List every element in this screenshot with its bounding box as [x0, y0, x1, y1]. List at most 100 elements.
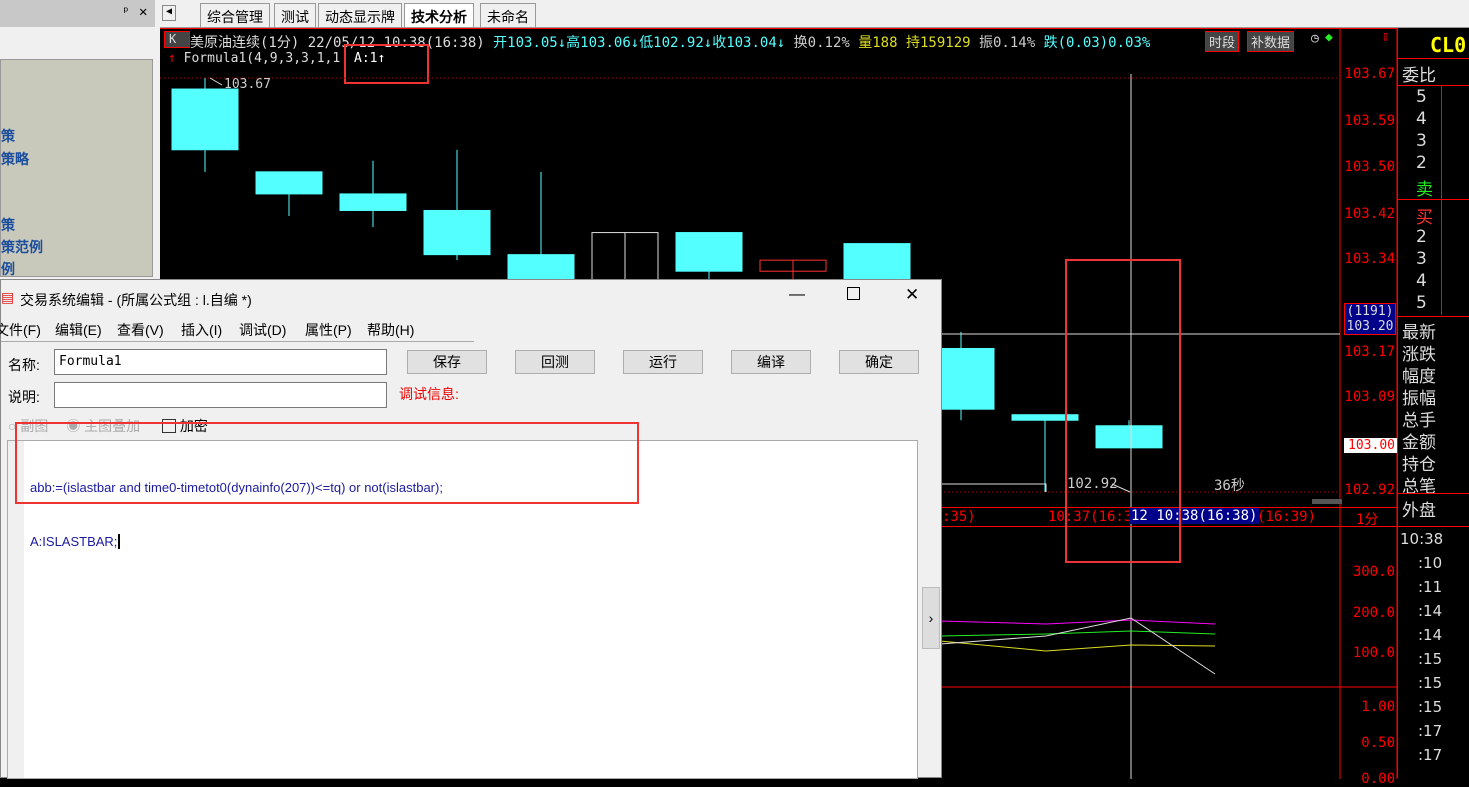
- debug-info-label: 调试信息:: [399, 386, 459, 402]
- tick-time: :17: [1418, 722, 1443, 740]
- tick-time: :10: [1418, 554, 1443, 572]
- menu-help[interactable]: 帮助(H): [367, 320, 414, 340]
- sell-label: 卖: [1416, 180, 1433, 200]
- pin-icon[interactable]: ᵖ: [122, 5, 130, 20]
- time-tick: :35): [942, 509, 976, 525]
- tree-item[interactable]: 策范例: [1, 237, 43, 257]
- app-icon: ▤: [1, 289, 15, 305]
- desc-label: 说明:: [8, 389, 40, 405]
- axis-tick: 200.0: [1352, 605, 1395, 621]
- name-label: 名称:: [8, 357, 40, 373]
- buy-label: 买: [1416, 208, 1433, 228]
- desc-input[interactable]: [54, 382, 387, 408]
- highlight-box: [15, 422, 639, 504]
- tab-untitled[interactable]: 未命名: [480, 3, 536, 27]
- tick-time: :15: [1418, 650, 1443, 668]
- menu-properties[interactable]: 属性(P): [305, 320, 352, 340]
- close-icon[interactable]: ✕: [905, 285, 919, 305]
- dialog-title: 交易系统编辑 - (所属公式组 : l.自编 *): [20, 292, 252, 308]
- trend-line: [940, 483, 1047, 492]
- tick-time: :14: [1418, 602, 1443, 620]
- price-tick: 103.09: [1344, 389, 1395, 405]
- indicator-line: [939, 617, 1216, 675]
- panel-header: ᵖ ✕: [0, 0, 155, 27]
- menu-edit[interactable]: 编辑(E): [55, 320, 102, 340]
- close-icon[interactable]: ✕: [139, 4, 147, 20]
- axis-tick: 1.00: [1361, 699, 1395, 715]
- price-tick: 102.92: [1344, 482, 1395, 498]
- axis-tick: 0.50: [1361, 735, 1395, 751]
- tick-time: :15: [1418, 698, 1443, 716]
- cursor-price: 103.20: [1346, 319, 1394, 334]
- price-tick: 103.59: [1344, 113, 1395, 129]
- tick-time: :17: [1418, 746, 1443, 764]
- last-price-tag: 103.00: [1344, 438, 1397, 453]
- tab-test[interactable]: 测试: [274, 3, 316, 27]
- maximize-icon[interactable]: [847, 287, 860, 300]
- tree-item[interactable]: 策: [1, 126, 15, 146]
- strategy-tree: 策 策略 策 策范例 例: [0, 59, 153, 277]
- tree-item[interactable]: 策: [1, 215, 15, 235]
- menu-view[interactable]: 查看(V): [117, 320, 164, 340]
- outer-label: 外盘: [1402, 501, 1436, 521]
- tick-time: 10:38: [1400, 530, 1444, 548]
- quote-panel: CL0 委比 5 4 3 2 卖 买 2 3 4 5 最新 涨跌 幅度 振幅 总手 金额持…: [1397, 28, 1469, 778]
- scroll-left-icon[interactable]: ◀: [162, 5, 176, 21]
- menu-insert[interactable]: 插入(I): [181, 320, 222, 340]
- tree-item[interactable]: 例: [1, 259, 15, 279]
- tree-item[interactable]: 策略: [1, 149, 29, 169]
- buy-level: 3: [1416, 249, 1427, 269]
- expand-arrow-button[interactable]: ›: [922, 587, 940, 649]
- candle-body: [339, 193, 407, 211]
- run-button[interactable]: 运行: [623, 350, 703, 374]
- sell-level: 3: [1416, 131, 1427, 151]
- code-line: A:ISLASTBAR;: [30, 533, 443, 551]
- highlight-box: [1065, 259, 1181, 563]
- tick-time: :11: [1418, 578, 1443, 596]
- cursor-count: (1191): [1346, 304, 1394, 319]
- tab-overview[interactable]: 综合管理: [200, 3, 270, 27]
- minimize-icon[interactable]: —: [789, 286, 805, 304]
- price-tick: 103.67: [1344, 66, 1395, 82]
- cursor-price-tag: (1191) 103.20: [1344, 303, 1396, 335]
- candle-body: [675, 232, 743, 272]
- backtest-button[interactable]: 回测: [515, 350, 595, 374]
- candle-body: [255, 171, 323, 195]
- tab-dynamic[interactable]: 动态显示牌: [318, 3, 402, 27]
- tick-time: :15: [1418, 674, 1443, 692]
- candle-body: [423, 209, 491, 256]
- trading-system-editor-dialog: ▤ 交易系统编辑 - (所属公式组 : l.自编 *) — ✕ 文件(F) 编辑…: [0, 279, 942, 779]
- high-marker: [209, 77, 223, 86]
- buy-level: 2: [1416, 227, 1427, 247]
- period-label: 1分: [1356, 512, 1379, 528]
- tab-technical[interactable]: 技术分析: [404, 3, 474, 27]
- axis-tick: 100.0: [1352, 645, 1395, 661]
- candle-body: [171, 88, 239, 151]
- symbol-code: CL0: [1430, 33, 1467, 57]
- compile-button[interactable]: 编译: [731, 350, 811, 374]
- name-input[interactable]: Formula1: [54, 349, 387, 375]
- tab-bar: ◀ 综合管理 测试 动态显示牌 技术分析 未命名: [160, 0, 1469, 28]
- axis-tick: 0.00: [1361, 771, 1395, 787]
- scroll-thumb: [1312, 499, 1342, 504]
- save-button[interactable]: 保存: [407, 350, 487, 374]
- axis-tick: 300.0: [1352, 564, 1395, 580]
- weibi-label: 委比: [1402, 66, 1436, 86]
- ok-button[interactable]: 确定: [839, 350, 919, 374]
- buy-level: 4: [1416, 271, 1427, 291]
- high-label: 103.67: [224, 77, 271, 92]
- tick-time: :14: [1418, 626, 1443, 644]
- price-tick: 103.42: [1344, 206, 1395, 222]
- sell-level: 4: [1416, 109, 1427, 129]
- menu-file[interactable]: 文件(F): [0, 320, 41, 340]
- buy-level: 5: [1416, 293, 1427, 313]
- indicator-line: [939, 630, 1216, 637]
- sell-level: 5: [1416, 87, 1427, 107]
- price-tick: 103.34: [1344, 251, 1395, 267]
- price-tick: 103.17: [1344, 344, 1395, 360]
- menu-debug[interactable]: 调试(D): [239, 320, 286, 340]
- time-tick: (16:39): [1257, 509, 1317, 525]
- price-tick: 103.50: [1344, 159, 1395, 175]
- countdown-label: 36秒: [1214, 478, 1245, 494]
- indicator-line: [939, 619, 1216, 625]
